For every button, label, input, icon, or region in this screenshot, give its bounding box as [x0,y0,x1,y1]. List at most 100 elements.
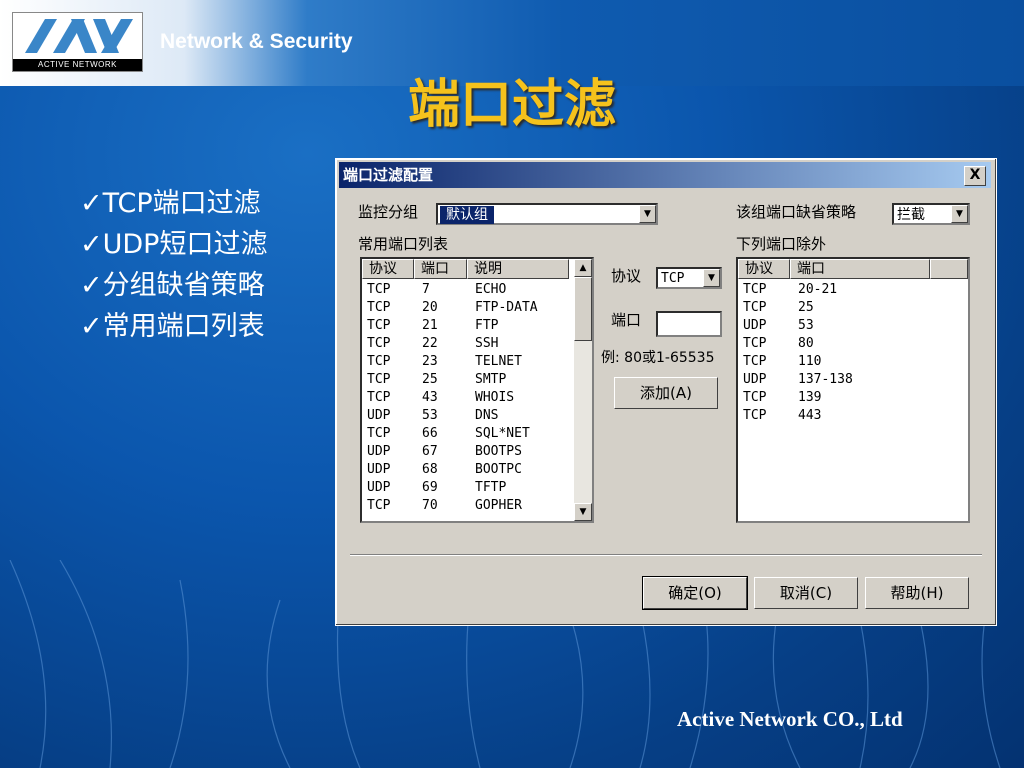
list-row[interactable]: TCP 23 TELNET [362,353,572,371]
list-cell: 137-138 [798,372,853,387]
list-row[interactable]: UDP 53 [738,317,948,335]
list-row[interactable]: UDP 53 DNS [362,407,572,425]
list-row[interactable]: TCP 43 WHOIS [362,389,572,407]
dialog-titlebar[interactable]: 端口过滤配置 X [339,162,991,188]
list-row[interactable]: UDP 69 TFTP [362,479,572,497]
column-header-port[interactable]: 端口 [790,259,930,279]
protocol-select-value: TCP [661,271,685,286]
list-cell: 20 [422,300,438,315]
list-row[interactable]: TCP 20-21 [738,281,948,299]
ok-button[interactable]: 确定(O) [642,576,748,610]
list-row[interactable]: TCP 443 [738,407,948,425]
bullet-list: ✓TCP端口过滤 ✓UDP短口过滤 ✓分组缺省策略 ✓常用端口列表 [80,183,290,347]
list-cell: TCP [743,354,767,369]
list-cell: ECHO [475,282,507,297]
list-cell: 66 [422,426,438,441]
list-row[interactable]: TCP 80 [738,335,948,353]
brand-text: Network & Security [160,30,353,53]
list-row[interactable]: TCP 25 SMTP [362,371,572,389]
list-cell: 22 [422,336,438,351]
list-cell: TCP [743,300,767,315]
list-cell: 68 [422,462,438,477]
help-button[interactable]: 帮助(H) [865,577,969,609]
common-ports-list[interactable]: 协议 端口 说明 TCP 7 ECHO TCP 20 FTP-DATA TCP 21 FTP TC… [360,257,594,523]
close-button[interactable]: X [964,166,986,186]
list-cell: FTP-DATA [475,300,538,315]
bullet-item: ✓UDP短口过滤 [80,229,268,260]
column-header-port[interactable]: 端口 [414,259,467,279]
list-cell: TCP [367,498,391,513]
group-select[interactable]: 默认组 ▼ [436,203,658,225]
list-row[interactable]: UDP 67 BOOTPS [362,443,572,461]
list-cell: 69 [422,480,438,495]
port-filter-dialog: 端口过滤配置 X 监控分组 默认组 ▼ 该组端口缺省策略 拦截 ▼ 常用端口列表… [335,158,997,626]
list-row[interactable]: UDP 68 BOOTPC [362,461,572,479]
protocol-label: 协议 [611,267,642,285]
list-cell: TCP [743,390,767,405]
list-cell: GOPHER [475,498,522,513]
list-row[interactable]: UDP 137-138 [738,371,948,389]
list-cell: TCP [367,300,391,315]
list-cell: 53 [798,318,814,333]
add-button[interactable]: 添加(A) [614,377,718,409]
list-cell: TCP [743,408,767,423]
list-row[interactable]: TCP 21 FTP [362,317,572,335]
list-cell: BOOTPC [475,462,522,477]
column-header-description[interactable]: 说明 [467,259,569,279]
scroll-down-icon[interactable]: ▼ [574,503,592,521]
column-header-protocol[interactable]: 协议 [362,259,414,279]
list-cell: TCP [743,336,767,351]
except-ports-list[interactable]: 协议 端口 TCP 20-21 TCP 25 UDP 53 TCP 80 TCP 110 UDP 13… [736,257,970,523]
list-cell: 21 [422,318,438,333]
list-row[interactable]: TCP 7 ECHO [362,281,572,299]
list-cell: WHOIS [475,390,515,405]
chevron-down-icon[interactable]: ▼ [639,205,656,223]
list-row[interactable]: TCP 25 [738,299,948,317]
scroll-up-icon[interactable]: ▲ [574,259,592,277]
column-header-protocol[interactable]: 协议 [738,259,790,279]
list-cell: 53 [422,408,438,423]
list-row[interactable]: TCP 110 [738,353,948,371]
list-row[interactable]: TCP 66 SQL*NET [362,425,572,443]
bullet-item: ✓TCP端口过滤 [80,188,261,219]
list-cell: 80 [798,336,814,351]
protocol-select[interactable]: TCP ▼ [656,267,722,289]
list-cell: UDP [367,462,391,477]
list-row[interactable]: TCP 139 [738,389,948,407]
policy-select[interactable]: 拦截 ▼ [892,203,970,225]
common-ports-label: 常用端口列表 [358,235,449,253]
except-label: 下列端口除外 [736,235,827,253]
list-cell: TCP [367,282,391,297]
list-row[interactable]: TCP 22 SSH [362,335,572,353]
list-cell: 25 [422,372,438,387]
list-cell: BOOTPS [475,444,522,459]
list-cell: 20-21 [798,282,838,297]
cancel-button[interactable]: 取消(C) [754,577,858,609]
list-cell: 139 [798,390,822,405]
list-cell: TCP [367,390,391,405]
list-cell: SQL*NET [475,426,530,441]
slide-title: 端口过滤 [407,75,616,135]
bullet-item: ✓分组缺省策略 [80,270,265,301]
list-cell: 23 [422,354,438,369]
list-cell: TCP [367,336,391,351]
list-cell: UDP [743,318,767,333]
vertical-scrollbar[interactable]: ▲ ▼ [574,259,592,521]
list-cell: 443 [798,408,822,423]
list-cell: 43 [422,390,438,405]
group-label: 监控分组 [358,203,419,221]
port-example: 例: 80或1-65535 [601,350,715,366]
list-cell: TCP [367,426,391,441]
list-cell: 25 [798,300,814,315]
list-cell: UDP [367,408,391,423]
list-row[interactable]: TCP 20 FTP-DATA [362,299,572,317]
port-input[interactable] [656,311,722,337]
chevron-down-icon[interactable]: ▼ [703,269,720,287]
list-row[interactable]: TCP 70 GOPHER [362,497,572,515]
list-cell: TELNET [475,354,522,369]
chevron-down-icon[interactable]: ▼ [951,205,968,223]
column-header-blank[interactable] [930,259,968,279]
scroll-thumb[interactable] [574,277,592,341]
group-select-value: 默认组 [440,206,494,224]
list-cell: UDP [367,480,391,495]
